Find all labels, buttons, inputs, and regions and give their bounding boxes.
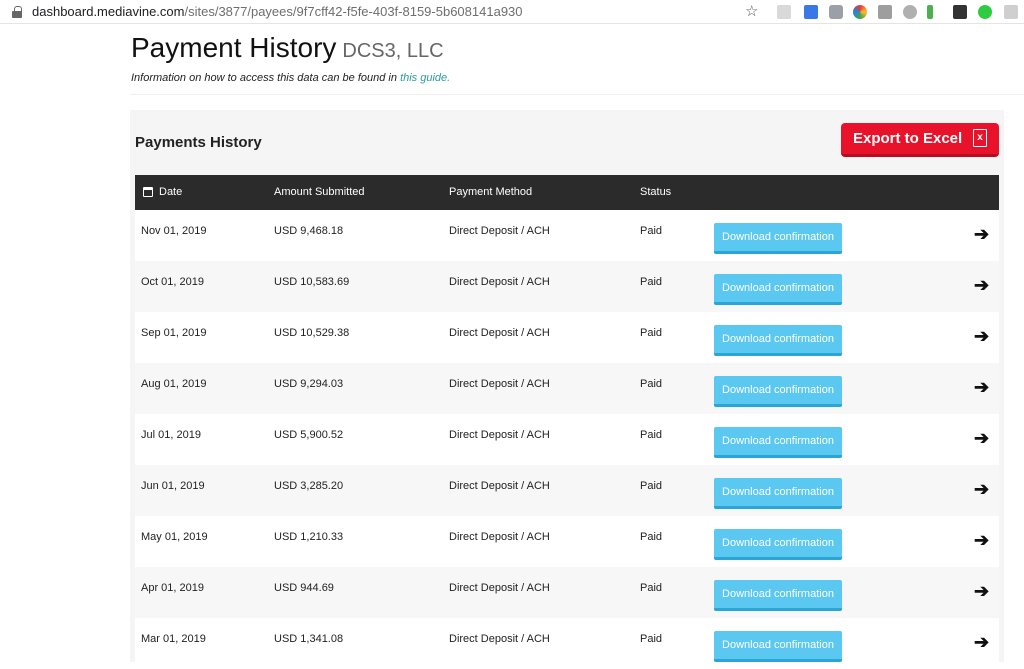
arrow-right-icon[interactable]: ➔ [974, 224, 989, 245]
arrow-right-icon[interactable]: ➔ [974, 377, 989, 398]
download-confirmation-button[interactable]: Download confirmation [714, 580, 842, 611]
extension-icon[interactable] [978, 5, 992, 19]
extension-icon[interactable] [927, 5, 933, 19]
download-confirmation-button[interactable]: Download confirmation [714, 376, 842, 407]
row-amount: USD 1,341.08 [274, 633, 344, 645]
row-amount: USD 9,468.18 [274, 225, 344, 237]
download-confirmation-button[interactable]: Download confirmation [714, 427, 842, 458]
column-header-amount[interactable]: Amount Submitted [274, 186, 365, 198]
calendar-icon [143, 187, 153, 197]
download-confirmation-button[interactable]: Download confirmation [714, 325, 842, 356]
row-status: Paid [640, 480, 663, 492]
arrow-right-icon[interactable]: ➔ [974, 530, 989, 551]
extension-icon[interactable] [777, 5, 791, 19]
export-to-excel-button[interactable]: Export to Excel x [841, 123, 999, 157]
row-amount: USD 3,285.20 [274, 480, 344, 492]
arrow-right-icon[interactable]: ➔ [974, 326, 989, 347]
column-header-date[interactable]: Date [159, 186, 182, 198]
camera-icon[interactable] [829, 5, 843, 19]
payments-table-body: Nov 01, 2019 USD 9,468.18 Direct Deposit… [135, 210, 999, 669]
table-row: May 01, 2019 USD 1,210.33 Direct Deposit… [135, 516, 999, 567]
row-date: Nov 01, 2019 [141, 225, 207, 237]
download-confirmation-button[interactable]: Download confirmation [714, 223, 842, 254]
table-row: Oct 01, 2019 USD 10,583.69 Direct Deposi… [135, 261, 999, 312]
excel-file-icon: x [973, 129, 987, 147]
page-title-text: Payment History [131, 32, 337, 63]
column-header-status[interactable]: Status [640, 186, 671, 198]
row-status: Paid [640, 633, 663, 645]
row-status: Paid [640, 378, 663, 390]
row-method: Direct Deposit / ACH [449, 378, 550, 390]
row-status: Paid [640, 582, 663, 594]
divider [130, 94, 1024, 95]
row-status: Paid [640, 225, 663, 237]
row-amount: USD 10,583.69 [274, 276, 350, 288]
row-date: Jul 01, 2019 [141, 429, 201, 441]
table-row: Aug 01, 2019 USD 9,294.03 Direct Deposit… [135, 363, 999, 414]
arrow-right-icon[interactable]: ➔ [974, 632, 989, 653]
table-row: Jul 01, 2019 USD 5,900.52 Direct Deposit… [135, 414, 999, 465]
extension-icon[interactable] [804, 5, 818, 19]
arrow-right-icon[interactable]: ➔ [974, 479, 989, 500]
arrow-right-icon[interactable]: ➔ [974, 581, 989, 602]
row-date: May 01, 2019 [141, 531, 208, 543]
export-label: Export to Excel [853, 130, 963, 147]
bookmark-star-icon[interactable]: ☆ [745, 2, 758, 20]
guide-link[interactable]: this guide. [400, 72, 450, 84]
row-method: Direct Deposit / ACH [449, 633, 550, 645]
row-status: Paid [640, 531, 663, 543]
table-row: Sep 01, 2019 USD 10,529.38 Direct Deposi… [135, 312, 999, 363]
page-title: Payment History DCS3, LLC [131, 32, 444, 64]
code-icon[interactable] [878, 5, 892, 19]
row-date: Oct 01, 2019 [141, 276, 204, 288]
row-date: Aug 01, 2019 [141, 378, 207, 390]
lock-icon [12, 5, 22, 18]
row-amount: USD 10,529.38 [274, 327, 350, 339]
row-method: Direct Deposit / ACH [449, 225, 550, 237]
row-date: Sep 01, 2019 [141, 327, 207, 339]
row-date: Jun 01, 2019 [141, 480, 205, 492]
row-amount: USD 944.69 [274, 582, 334, 594]
guide-text: Information on how to access this data c… [131, 72, 397, 84]
table-row: Jun 01, 2019 USD 3,285.20 Direct Deposit… [135, 465, 999, 516]
puzzle-icon[interactable] [903, 5, 917, 19]
arrow-right-icon[interactable]: ➔ [974, 428, 989, 449]
arrow-right-icon[interactable]: ➔ [974, 275, 989, 296]
panel-title: Payments History [135, 134, 262, 151]
row-status: Paid [640, 276, 663, 288]
download-confirmation-button[interactable]: Download confirmation [714, 631, 842, 662]
browser-address-bar[interactable]: dashboard.mediavine.com/sites/3877/payee… [0, 0, 1024, 24]
row-method: Direct Deposit / ACH [449, 480, 550, 492]
row-method: Direct Deposit / ACH [449, 276, 550, 288]
profile-icon[interactable] [1004, 5, 1018, 19]
table-header: Date Amount Submitted Payment Method Sta… [135, 175, 999, 210]
table-row: Mar 01, 2019 USD 1,341.08 Direct Deposit… [135, 618, 999, 669]
guide-note: Information on how to access this data c… [131, 72, 450, 84]
row-status: Paid [640, 429, 663, 441]
table-row: Nov 01, 2019 USD 9,468.18 Direct Deposit… [135, 210, 999, 261]
row-method: Direct Deposit / ACH [449, 429, 550, 441]
row-status: Paid [640, 327, 663, 339]
url-path: /sites/3877/payees/9f7cff42-f5fe-403f-81… [184, 4, 523, 19]
row-amount: USD 1,210.33 [274, 531, 344, 543]
row-method: Direct Deposit / ACH [449, 531, 550, 543]
url-domain: dashboard.mediavine.com [32, 4, 185, 19]
company-name: DCS3, LLC [342, 40, 444, 62]
row-amount: USD 5,900.52 [274, 429, 344, 441]
row-amount: USD 9,294.03 [274, 378, 344, 390]
table-row: Apr 01, 2019 USD 944.69 Direct Deposit /… [135, 567, 999, 618]
extension-icon[interactable] [953, 5, 967, 19]
row-date: Mar 01, 2019 [141, 633, 206, 645]
row-method: Direct Deposit / ACH [449, 582, 550, 594]
row-method: Direct Deposit / ACH [449, 327, 550, 339]
row-date: Apr 01, 2019 [141, 582, 204, 594]
download-confirmation-button[interactable]: Download confirmation [714, 529, 842, 560]
url-text[interactable]: dashboard.mediavine.com/sites/3877/payee… [32, 4, 523, 19]
download-confirmation-button[interactable]: Download confirmation [714, 274, 842, 305]
color-wheel-icon[interactable] [853, 5, 867, 19]
download-confirmation-button[interactable]: Download confirmation [714, 478, 842, 509]
column-header-method[interactable]: Payment Method [449, 186, 532, 198]
